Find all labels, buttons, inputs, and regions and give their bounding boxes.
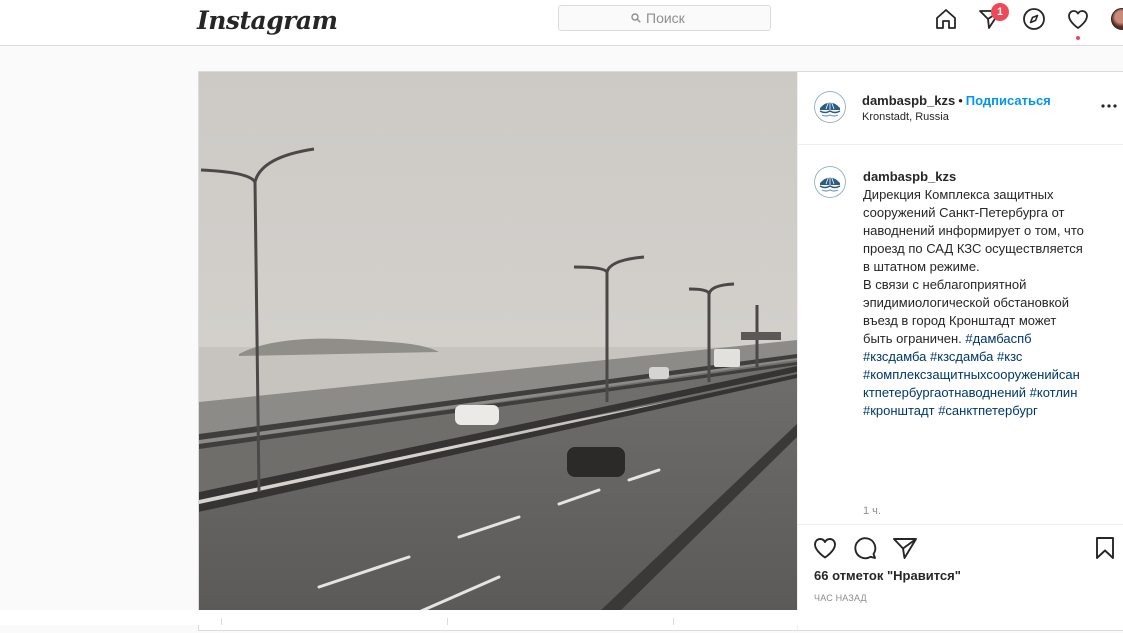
page-bottom-strip: [0, 610, 1123, 625]
hashtag-line: ктпетербургаотнаводнений #котлин: [863, 384, 1101, 402]
hashtag-line: #комплексзащитныхсооруженийсан: [863, 366, 1101, 384]
activity-heart-icon[interactable]: [1066, 7, 1090, 31]
kzs-logo-icon: [814, 91, 846, 123]
posted-timestamp[interactable]: ЧАС НАЗАД: [814, 593, 867, 603]
caption-time-ago[interactable]: 1 ч.: [863, 505, 881, 517]
top-navigation-bar: Instagram 1: [0, 0, 1123, 46]
hashtag-link[interactable]: ктпетербургаотнаводнений: [863, 385, 1026, 400]
caption-line-with-tag: быть ограничен. #дамбаспб: [863, 330, 1101, 348]
hashtag-link[interactable]: #дамбаспб: [965, 331, 1031, 346]
hashtag-line: #кронштадт #санктпетербург: [863, 402, 1101, 420]
caption-line: Дирекция Комплекса защитных: [863, 187, 1054, 202]
hashtag-link[interactable]: #кзсдамба: [863, 349, 926, 364]
caption-line: въезд в город Кронштадт может: [863, 313, 1057, 328]
explore-icon[interactable]: [1022, 7, 1046, 31]
likes-count[interactable]: 66 отметок "Нравится": [814, 568, 961, 583]
post-caption: dambaspb_kzs Дирекция Комплекса защитных…: [863, 168, 1101, 420]
caption-block: dambaspb_kzs Дирекция Комплекса защитных…: [798, 144, 1123, 524]
hashtag-link[interactable]: #котлин: [1030, 385, 1078, 400]
share-icon[interactable]: [892, 535, 918, 561]
hashtag-link[interactable]: #санктпетербург: [938, 403, 1038, 418]
caption-line: быть ограничен.: [863, 331, 962, 346]
post-header-line: dambaspb_kzs • Подписаться: [862, 93, 1051, 108]
activity-indicator-dot: [1076, 36, 1080, 40]
caption-line: наводнений информирует о том, что: [863, 223, 1084, 238]
post-header: dambaspb_kzs • Подписаться Kronstadt, Russ…: [798, 72, 1123, 145]
hashtag-link[interactable]: #кзс: [997, 349, 1022, 364]
header-separator: •: [958, 93, 963, 108]
search-input[interactable]: [646, 10, 698, 26]
search-box[interactable]: [558, 5, 771, 31]
caption-author-avatar[interactable]: [814, 166, 846, 198]
profile-avatar[interactable]: [1111, 8, 1123, 30]
post-photo[interactable]: [199, 72, 797, 612]
home-icon[interactable]: [934, 7, 958, 31]
caption-line: сооружений Санкт-Петербурга от: [863, 205, 1065, 220]
direct-unread-badge: 1: [991, 3, 1009, 21]
caption-line: эпидимиологической обстановкой: [863, 295, 1070, 310]
hashtag-line: #кзсдамба #кзсдамба #кзс: [863, 348, 1101, 366]
bottom-divider: [447, 618, 448, 625]
caption-line: В связи с неблагоприятной: [863, 277, 1027, 292]
caption-line: проезд по САД КЗС осуществляется: [863, 241, 1083, 256]
save-bookmark-icon[interactable]: [1092, 535, 1118, 561]
more-options-icon[interactable]: [1100, 99, 1118, 113]
like-heart-icon[interactable]: [812, 535, 838, 561]
author-avatar[interactable]: [814, 91, 846, 123]
search-icon: [631, 13, 641, 23]
caption-line: в штатном режиме.: [863, 259, 980, 274]
follow-button[interactable]: Подписаться: [966, 93, 1051, 108]
hashtag-link[interactable]: #комплексзащитныхсооруженийсан: [863, 367, 1080, 382]
post-side-panel: dambaspb_kzs • Подписаться Kronstadt, Russ…: [797, 72, 1123, 632]
post-photo-image: [199, 72, 797, 612]
post-card: dambaspb_kzs • Подписаться Kronstadt, Russ…: [198, 71, 1123, 632]
bottom-divider: [221, 618, 222, 625]
kzs-logo-icon: [814, 166, 846, 198]
post-location[interactable]: Kronstadt, Russia: [862, 111, 949, 123]
hashtag-link[interactable]: #кзсдамба: [930, 349, 993, 364]
bottom-divider: [673, 618, 674, 625]
author-username[interactable]: dambaspb_kzs: [862, 93, 955, 108]
comment-icon[interactable]: [852, 535, 878, 561]
instagram-logo[interactable]: Instagram: [197, 4, 338, 38]
hashtag-link[interactable]: #кронштадт: [863, 403, 935, 418]
caption-username[interactable]: dambaspb_kzs: [863, 168, 1101, 186]
